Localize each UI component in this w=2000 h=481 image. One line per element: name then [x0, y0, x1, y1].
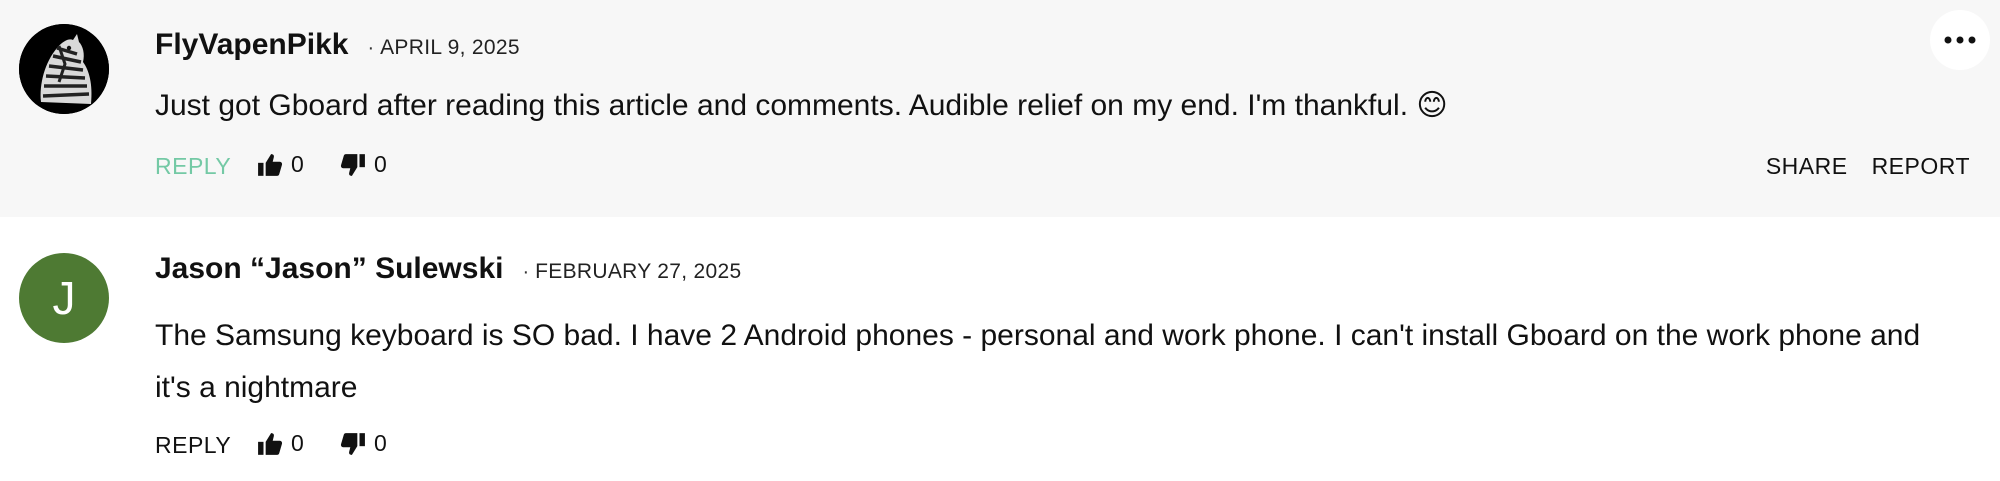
thumbs-up-icon [258, 153, 283, 176]
report-button[interactable]: REPORT [1872, 153, 1970, 180]
more-options-button[interactable] [1930, 10, 1990, 70]
dislike-button[interactable]: 0 [340, 151, 387, 178]
comment-author[interactable]: FlyVapenPikk [155, 28, 348, 62]
comment-text: The Samsung keyboard is SO bad. I have 2… [155, 319, 1921, 404]
zebra-avatar-icon [19, 24, 109, 114]
like-count: 0 [291, 151, 304, 177]
comment-item: FlyVapenPikk · APRIL 9, 2025 Just got Gb… [0, 0, 2000, 217]
comment-author[interactable]: Jason “Jason” Sulewski [155, 252, 503, 286]
avatar[interactable]: J [19, 253, 109, 343]
thumbs-up-icon [258, 432, 283, 455]
dislike-count: 0 [374, 430, 387, 456]
like-count: 0 [291, 430, 304, 456]
comment-actions: REPLY 0 0 [155, 430, 1970, 462]
comment-item: J Jason “Jason” Sulewski · FEBRUARY 27, … [0, 228, 2000, 481]
comment-date: FEBRUARY 27, 2025 [535, 260, 742, 283]
avatar[interactable] [19, 24, 109, 114]
like-button[interactable]: 0 [257, 151, 304, 178]
comment-actions: REPLY 0 0 SHARE REPORT [155, 151, 1970, 183]
comment-header: FlyVapenPikk · APRIL 9, 2025 [155, 28, 520, 62]
comment-text: Just got Gboard after reading this artic… [155, 89, 1448, 122]
reply-button[interactable]: REPLY [155, 432, 231, 459]
comments-list: FlyVapenPikk · APRIL 9, 2025 Just got Gb… [0, 0, 2000, 481]
thumbs-down-icon [340, 153, 365, 176]
comment-date: APRIL 9, 2025 [380, 36, 520, 59]
like-button[interactable]: 0 [257, 430, 304, 457]
reply-button[interactable]: REPLY [155, 153, 231, 180]
dislike-count: 0 [374, 151, 387, 177]
share-button[interactable]: SHARE [1766, 153, 1848, 180]
comment-header: Jason “Jason” Sulewski · FEBRUARY 27, 20… [155, 252, 741, 286]
separator-dot: · [522, 261, 530, 283]
separator-dot: · [367, 37, 375, 59]
secondary-actions: SHARE REPORT [1766, 153, 1970, 180]
thumbs-down-icon [340, 432, 365, 455]
dislike-button[interactable]: 0 [340, 430, 387, 457]
more-options-icon [1944, 36, 1976, 44]
